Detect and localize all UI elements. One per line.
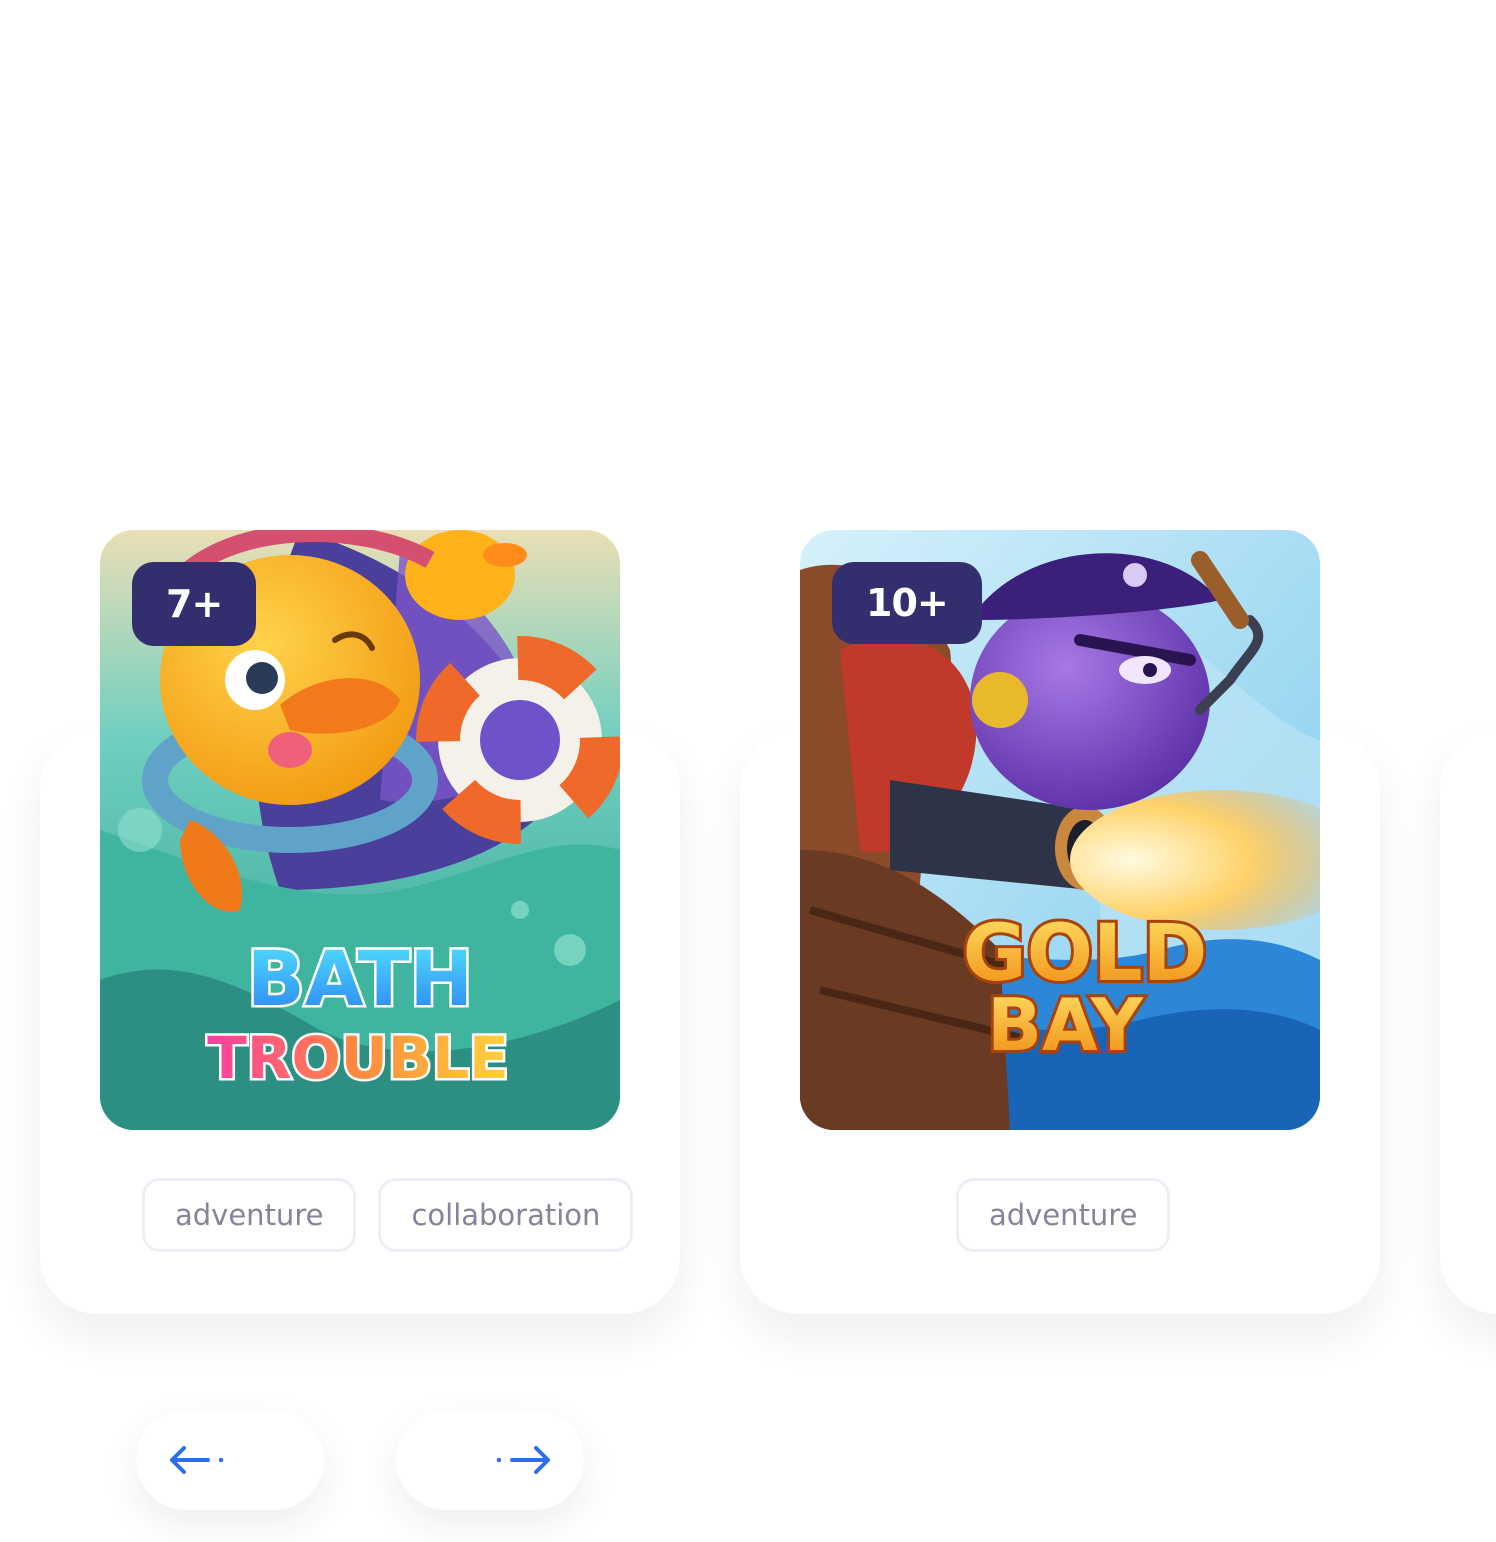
bath-trouble-logo-line2: TROUBLE <box>207 1024 508 1092</box>
game-card-next-partial[interactable] <box>1440 730 1496 1314</box>
bath-trouble-logo-line1: BATH <box>247 934 473 1023</box>
arrow-left-icon <box>170 1446 224 1474</box>
arrow-right-icon <box>496 1446 550 1474</box>
game-thumbnail-bath-trouble[interactable]: BATH TROUBLE 7+ <box>100 530 620 1130</box>
game-thumbnail-gold-bay[interactable]: GOLD BAY 10+ <box>800 530 1320 1130</box>
tag-chip[interactable]: adventure <box>956 1178 1171 1252</box>
previous-button[interactable] <box>136 1410 324 1510</box>
tag-chip[interactable]: adventure <box>142 1178 357 1252</box>
games-carousel: BATH TROUBLE 7+ GOLD BAY 10+ adventure c… <box>0 0 1496 1542</box>
age-badge: 10+ <box>832 562 982 644</box>
gold-bay-logo-line2: BAY <box>987 983 1144 1067</box>
next-button[interactable] <box>396 1410 584 1510</box>
tag-list: adventure <box>956 1178 1171 1252</box>
tag-list: adventure collaboration <box>142 1178 634 1252</box>
age-badge: 7+ <box>132 562 257 646</box>
tag-chip[interactable]: collaboration <box>378 1178 634 1252</box>
